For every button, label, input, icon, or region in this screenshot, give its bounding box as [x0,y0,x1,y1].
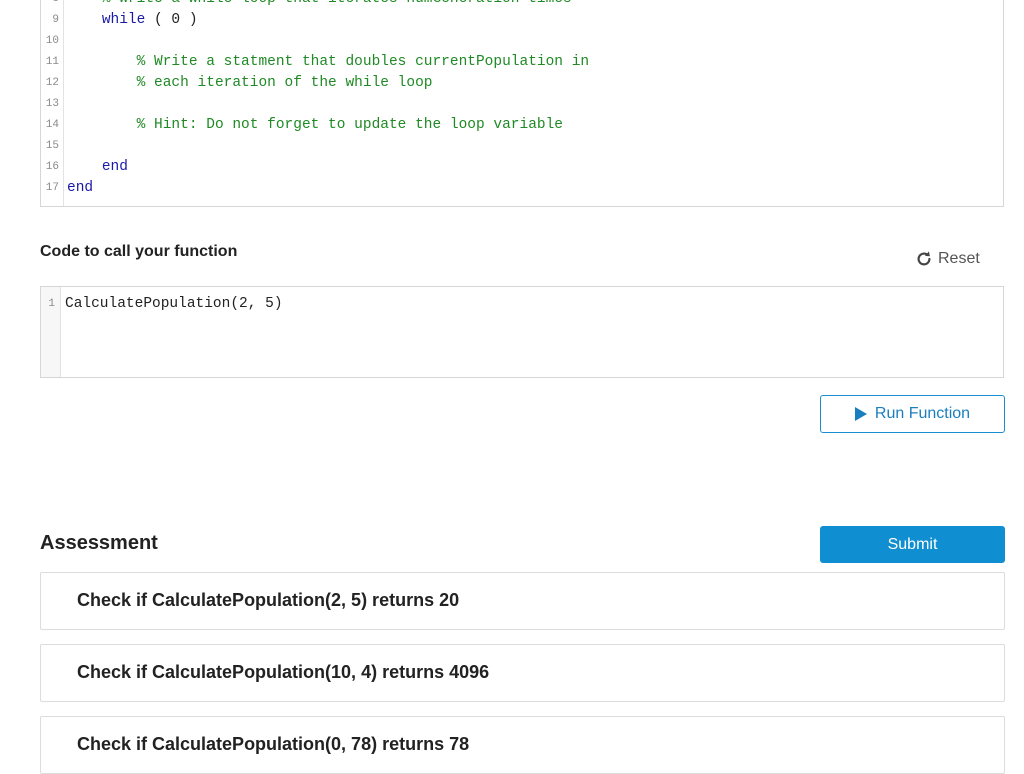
line-number: 8 [41,0,59,10]
code-comment: % Write a statment that doubles currentP… [136,54,590,70]
code-comment: % Write a while loop that iterates numGe… [102,0,572,7]
code-text: end [67,157,128,178]
line-number: 1 [48,298,55,310]
code-keyword: while [101,12,146,28]
code-line: 8 % Write a while loop that iterates num… [41,0,1003,10]
code-keyword: end [67,180,94,196]
reset-button[interactable]: Reset [915,250,980,268]
function-code-editor[interactable]: 8 % Write a while loop that iterates num… [40,0,1004,207]
code-line: 16 end [41,157,1003,178]
reset-label: Reset [938,250,980,267]
code-text: % Write a statment that doubles currentP… [67,52,589,73]
check-label: Check if CalculatePopulation(0, 78) retu… [77,734,470,754]
line-number: 9 [52,14,59,26]
code-comment: % each iteration of the while loop [136,75,433,91]
assessment-title: Assessment [40,532,158,554]
code-line: 10 [41,31,1003,52]
code-keyword: end [101,159,128,175]
assessment-check-item[interactable]: Check if CalculatePopulation(10, 4) retu… [40,644,1005,702]
code-line: 14 % Hint: Do not forget to update the l… [41,115,1003,136]
code-line: 17 end [41,178,1003,199]
code-line: 11 % Write a statment that doubles curre… [41,52,1003,73]
code-line: 9 while ( 0 ) [41,10,1003,31]
check-label: Check if CalculatePopulation(10, 4) retu… [77,662,490,682]
line-number: 11 [45,56,59,68]
line-number: 16 [45,161,59,173]
check-label: Check if CalculatePopulation(2, 5) retur… [77,590,460,610]
code-text: % Write a while loop that iterates numGe… [67,0,572,10]
run-function-button[interactable]: Run Function [820,395,1005,433]
assessment-check-item[interactable]: Check if CalculatePopulation(0, 78) retu… [40,716,1005,774]
play-icon [854,407,867,421]
code-text: CalculatePopulation(2, 5) [65,294,283,315]
refresh-icon [917,251,931,266]
code-text: end [67,178,93,199]
code-text: % Hint: Do not forget to update the loop… [67,115,563,136]
code-line: 1 CalculatePopulation(2, 5) [41,294,1003,315]
code-text: % each iteration of the while loop [67,73,433,94]
call-section-label: Code to call your function [40,243,238,260]
run-function-label: Run Function [874,405,971,422]
code-line: 12 % each iteration of the while loop [41,73,1003,94]
code-comment: % Hint: Do not forget to update the loop… [136,117,563,133]
code-text: while ( 0 ) [67,10,198,31]
line-number: 17 [45,182,59,194]
line-number: 10 [45,35,59,47]
code-token: ( 0 ) [145,12,198,28]
line-number: 13 [45,98,59,110]
call-code-editor[interactable]: 1 CalculatePopulation(2, 5) [40,286,1004,378]
line-number: 15 [45,140,59,152]
line-number: 12 [45,77,59,89]
assessment-check-item[interactable]: Check if CalculatePopulation(2, 5) retur… [40,572,1005,630]
code-token: CalculatePopulation(2, 5) [65,296,283,312]
code-line: 15 [41,136,1003,157]
line-number: 14 [45,119,59,131]
submit-button[interactable]: Submit [820,526,1005,563]
code-line: 13 [41,94,1003,115]
